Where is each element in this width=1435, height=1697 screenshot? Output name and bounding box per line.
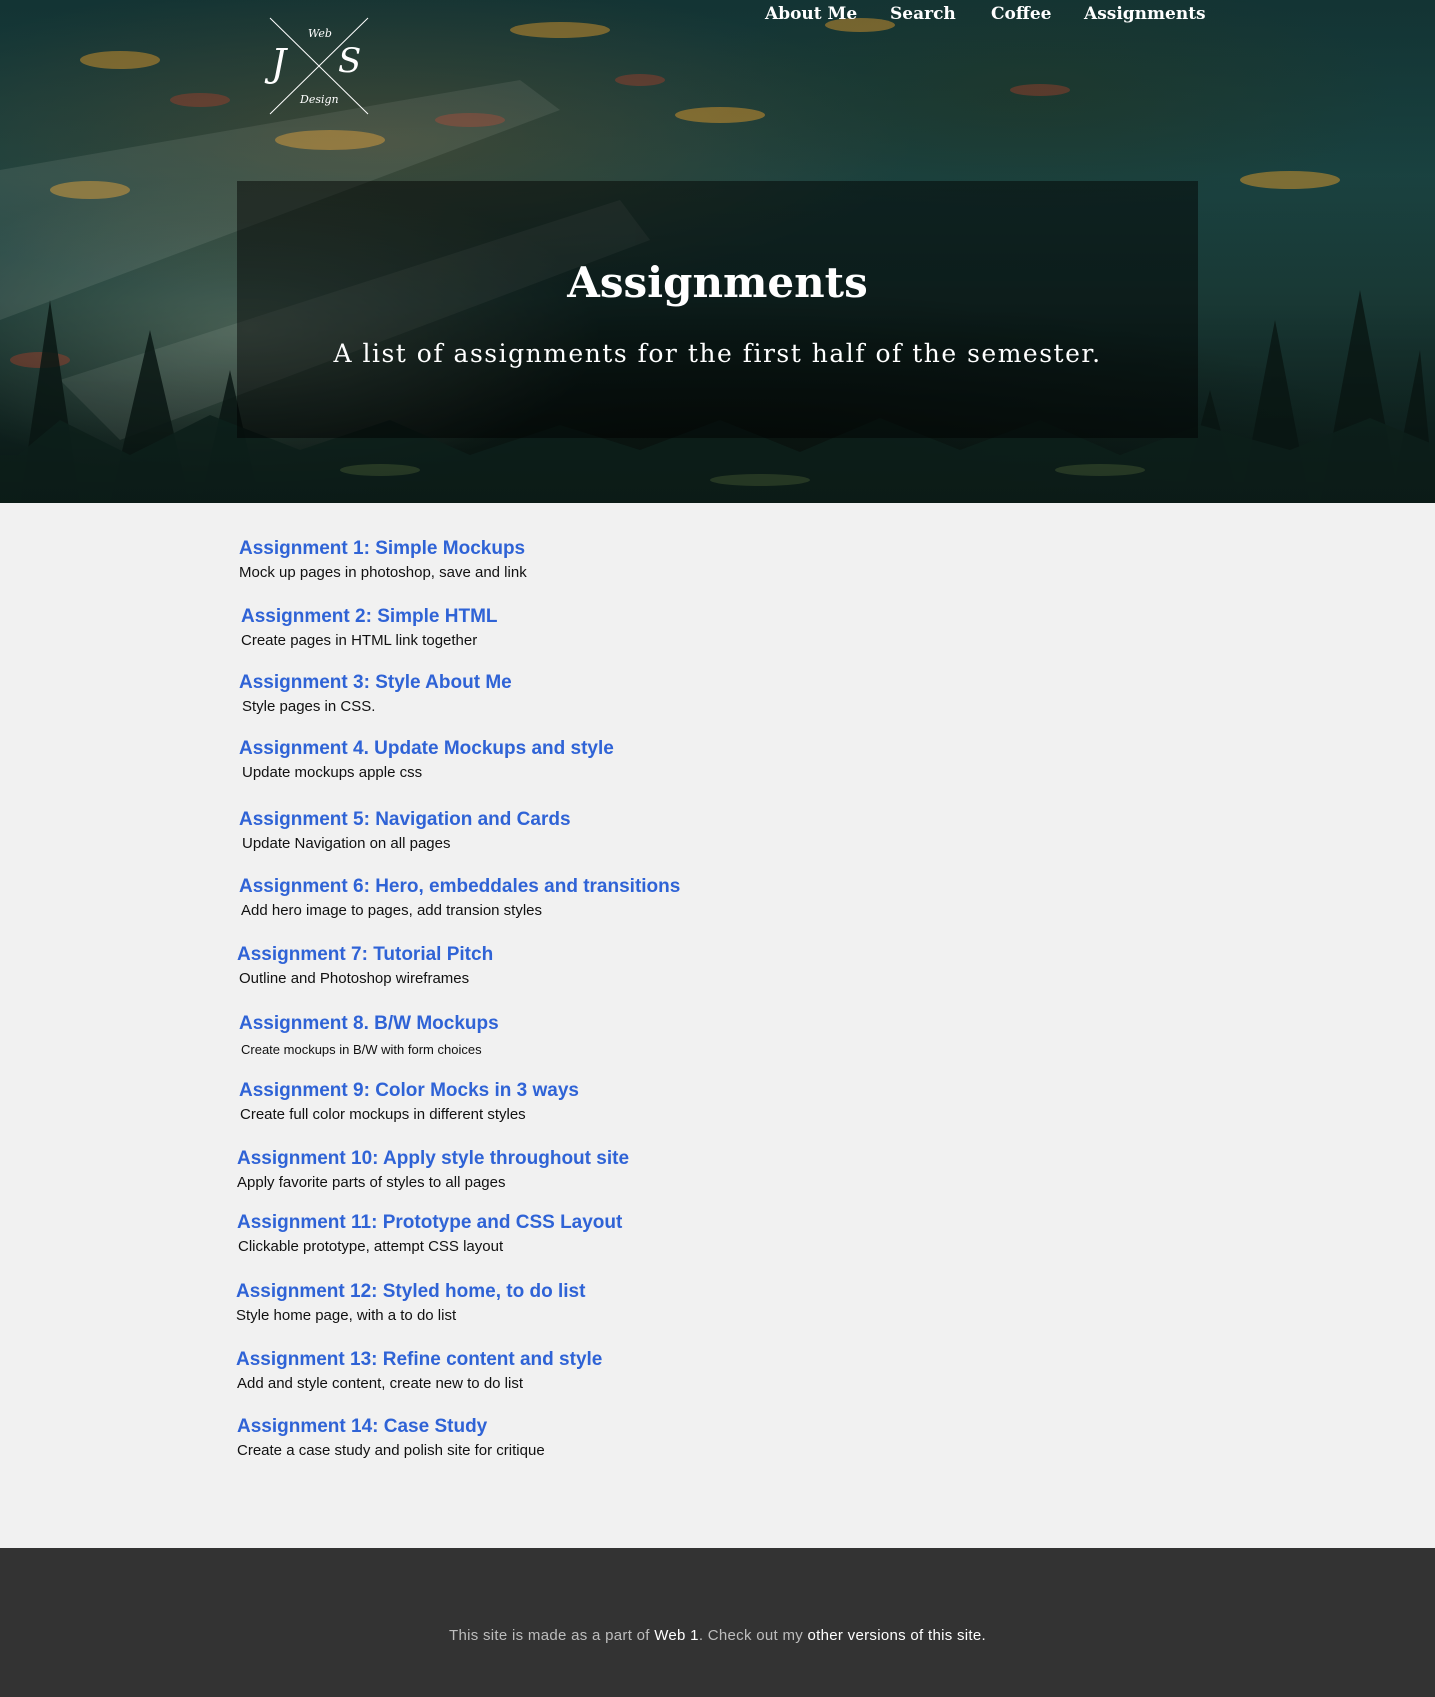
assignment-description: Create full color mockups in different s… bbox=[240, 1106, 526, 1123]
assignment-link[interactable]: Assignment 3: Style About Me bbox=[239, 671, 1139, 695]
logo-letter-j: J bbox=[271, 41, 287, 85]
assignment-item: Assignment 4. Update Mockups and style U… bbox=[239, 737, 1139, 783]
assignment-item: Assignment 10: Apply style throughout si… bbox=[237, 1147, 1137, 1193]
nav-link-assignments[interactable]: Assignments bbox=[1084, 0, 1206, 28]
footer-text-part-2: . Check out my bbox=[698, 1627, 808, 1644]
assignment-description: Mock up pages in photoshop, save and lin… bbox=[239, 564, 527, 581]
assignment-item: Assignment 12: Styled home, to do list S… bbox=[236, 1280, 1136, 1326]
assignment-item: Assignment 9: Color Mocks in 3 ways Crea… bbox=[239, 1079, 1139, 1125]
footer-text-period: . bbox=[981, 1627, 986, 1644]
assignment-link[interactable]: Assignment 2: Simple HTML bbox=[241, 605, 1141, 629]
assignment-item: Assignment 2: Simple HTML Create pages i… bbox=[241, 605, 1141, 651]
assignment-link[interactable]: Assignment 4. Update Mockups and style bbox=[239, 737, 1139, 761]
assignment-description: Create a case study and polish site for … bbox=[237, 1442, 545, 1459]
assignment-description: Create pages in HTML link together bbox=[241, 632, 478, 649]
assignment-item: Assignment 8. B/W Mockups Create mockups… bbox=[239, 1012, 1139, 1060]
nav-link-about-me[interactable]: About Me bbox=[765, 0, 857, 28]
footer-text: This site is made as a part of Web 1. Ch… bbox=[0, 1626, 1435, 1646]
footer-link-web-1[interactable]: Web 1 bbox=[654, 1627, 699, 1644]
assignment-description: Apply favorite parts of styles to all pa… bbox=[237, 1174, 506, 1191]
footer-link-other-versions[interactable]: other versions of this site bbox=[808, 1627, 982, 1644]
logo-word-web: Web bbox=[308, 27, 332, 40]
assignment-item: Assignment 13: Refine content and style … bbox=[236, 1348, 1136, 1394]
assignment-description: Create mockups in B/W with form choices bbox=[241, 1042, 482, 1057]
hero-banner: J S Web Design About Me Search Coffee As… bbox=[0, 0, 1435, 503]
assignment-link[interactable]: Assignment 5: Navigation and Cards bbox=[239, 808, 1139, 832]
assignment-item: Assignment 7: Tutorial Pitch Outline and… bbox=[237, 943, 1137, 989]
site-footer: This site is made as a part of Web 1. Ch… bbox=[0, 1548, 1435, 1697]
assignment-description: Clickable prototype, attempt CSS layout bbox=[238, 1238, 504, 1255]
assignment-link[interactable]: Assignment 1: Simple Mockups bbox=[239, 537, 1139, 561]
assignment-description: Add hero image to pages, add transion st… bbox=[241, 902, 543, 919]
assignment-description: Add and style content, create new to do … bbox=[237, 1375, 524, 1392]
assignment-item: Assignment 5: Navigation and Cards Updat… bbox=[239, 808, 1139, 854]
assignment-item: Assignment 3: Style About Me Style pages… bbox=[239, 671, 1139, 717]
assignment-description: Update Navigation on all pages bbox=[242, 835, 451, 852]
assignment-link[interactable]: Assignment 11: Prototype and CSS Layout bbox=[237, 1211, 1137, 1235]
assignment-link[interactable]: Assignment 9: Color Mocks in 3 ways bbox=[239, 1079, 1139, 1103]
assignment-item: Assignment 14: Case Study Create a case … bbox=[237, 1415, 1137, 1461]
assignment-link[interactable]: Assignment 6: Hero, embeddales and trans… bbox=[239, 875, 1139, 899]
assignment-link[interactable]: Assignment 14: Case Study bbox=[237, 1415, 1137, 1439]
assignment-description: Update mockups apple css bbox=[242, 764, 423, 781]
assignment-link[interactable]: Assignment 7: Tutorial Pitch bbox=[237, 943, 1137, 967]
nav-link-coffee[interactable]: Coffee bbox=[991, 0, 1051, 28]
page-subtitle: A list of assignments for the first half… bbox=[333, 339, 1102, 368]
nav-link-search[interactable]: Search bbox=[890, 0, 956, 28]
assignment-item: Assignment 6: Hero, embeddales and trans… bbox=[239, 875, 1139, 921]
assignment-item: Assignment 1: Simple Mockups Mock up pag… bbox=[239, 537, 1139, 583]
footer-text-part-1: This site is made as a part of bbox=[449, 1627, 655, 1644]
assignment-description: Outline and Photoshop wireframes bbox=[239, 970, 470, 987]
assignment-link[interactable]: Assignment 13: Refine content and style bbox=[236, 1348, 1136, 1372]
assignment-link[interactable]: Assignment 10: Apply style throughout si… bbox=[237, 1147, 1137, 1171]
assignment-link[interactable]: Assignment 8. B/W Mockups bbox=[239, 1012, 1139, 1036]
hero-text-panel: Assignments A list of assignments for th… bbox=[237, 181, 1198, 438]
assignment-link[interactable]: Assignment 12: Styled home, to do list bbox=[236, 1280, 1136, 1304]
assignment-description: Style pages in CSS. bbox=[242, 698, 376, 715]
assignment-item: Assignment 11: Prototype and CSS Layout … bbox=[237, 1211, 1137, 1257]
page-title: Assignments bbox=[567, 258, 868, 307]
site-logo[interactable]: J S Web Design bbox=[268, 16, 370, 116]
logo-letter-s: S bbox=[338, 41, 362, 81]
assignment-list: Assignment 1: Simple Mockups Mock up pag… bbox=[0, 503, 1435, 1548]
logo-word-design: Design bbox=[300, 93, 339, 106]
assignment-description: Style home page, with a to do list bbox=[236, 1307, 457, 1324]
